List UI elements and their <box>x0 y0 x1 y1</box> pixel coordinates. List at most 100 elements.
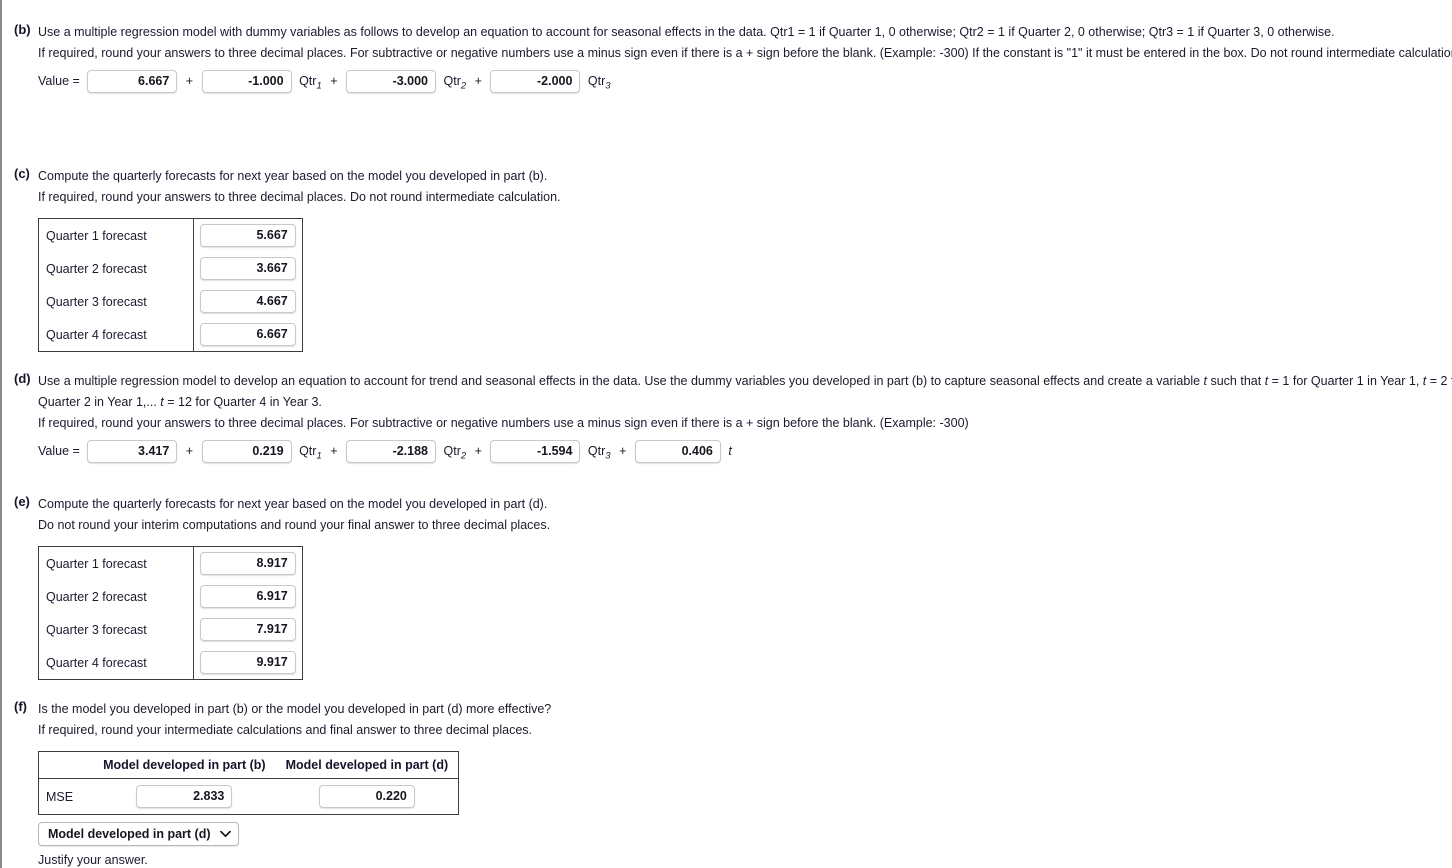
part-b-var-3: Qtr3 <box>587 73 611 92</box>
model-choice-dropdown[interactable]: Model developed in part (d) <box>38 822 239 846</box>
part-b-var-1: Qtr1 <box>299 73 322 92</box>
part-e-q1-input[interactable]: 8.917 <box>199 552 296 575</box>
question-part-f: (f) Is the model you developed in part (… <box>2 699 738 867</box>
part-b-op-1: + <box>185 73 194 88</box>
part-d-var-2: Qtr2 <box>443 443 467 462</box>
part-d-var-4: t <box>728 443 732 458</box>
table-row: Quarter 3 forecast 4.667 <box>38 285 303 318</box>
question-part-d: (d) Use a multiple regression model to d… <box>2 371 1452 463</box>
table-row: Quarter 2 forecast 6.917 <box>38 580 303 613</box>
table-header-row: Model developed in part (b) Model develo… <box>38 751 459 779</box>
mse-model-d-input[interactable]: 0.220 <box>318 785 415 808</box>
mse-cell-model-d: 0.220 <box>276 779 459 815</box>
part-b-instruction: If required, round your answers to three… <box>38 46 1452 60</box>
mse-corner-cell <box>38 751 94 779</box>
part-d-prompt-seg2: such that <box>1207 374 1265 388</box>
part-c-row2-label: Quarter 2 forecast <box>38 252 194 285</box>
part-b-prompt: Use a multiple regression model with dum… <box>38 25 1335 39</box>
part-e-row3-cell: 7.917 <box>193 613 302 646</box>
part-d-prompt-seg3: = 1 for Quarter 1 in Year 1, <box>1268 374 1423 388</box>
part-c-q2-input[interactable]: 3.667 <box>199 257 296 280</box>
part-d-instruction: If required, round your answers to three… <box>38 416 969 430</box>
part-f-dropdown-wrapper: Model developed in part (d) <box>38 822 738 846</box>
table-row: MSE 2.833 0.220 <box>39 779 459 815</box>
part-c-prompt: Compute the quarterly forecasts for next… <box>38 169 548 183</box>
part-d-coef2-input[interactable]: -2.188 <box>346 440 437 463</box>
part-d-coef1-input[interactable]: 0.219 <box>201 440 292 463</box>
mse-model-b-input[interactable]: 2.833 <box>136 785 233 808</box>
worksheet-page: (b) Use a multiple regression model with… <box>0 0 1452 868</box>
part-b-intercept-input[interactable]: 6.667 <box>87 70 178 93</box>
part-e-row3-label: Quarter 3 forecast <box>38 613 194 646</box>
part-d-var-1: Qtr1 <box>299 443 322 462</box>
mse-header-model-b: Model developed in part (b) <box>93 751 276 779</box>
part-d-prompt: Use a multiple regression model to devel… <box>38 371 1452 413</box>
model-choice-selected-label: Model developed in part (d) <box>48 827 211 841</box>
mse-row-label: MSE <box>46 789 74 804</box>
part-b-op-2: + <box>330 73 338 88</box>
table-row: Quarter 4 forecast 6.667 <box>38 318 303 352</box>
part-e-label: (e) <box>14 494 30 509</box>
part-c-q4-input[interactable]: 6.667 <box>199 323 296 346</box>
part-c-instruction: If required, round your answers to three… <box>38 190 561 204</box>
part-b-op-3: + <box>474 73 482 88</box>
part-c-q1-input[interactable]: 5.667 <box>199 224 296 247</box>
part-b-coef2-input[interactable]: -3.000 <box>346 70 437 93</box>
part-d-op-4: + <box>619 443 627 458</box>
table-row: Quarter 4 forecast 9.917 <box>38 646 303 680</box>
part-f-followup: Justify your answer. <box>38 853 148 867</box>
table-row: Quarter 1 forecast 8.917 <box>38 546 303 581</box>
part-b-equation-lead: Value = <box>38 73 80 88</box>
part-b-equation: Value = 6.667 + -1.000 Qtr1 + -3.000 Qtr… <box>38 70 1452 93</box>
part-b-var-2: Qtr2 <box>443 73 467 92</box>
table-row: Quarter 2 forecast 3.667 <box>38 252 303 285</box>
part-c-forecast-table: Quarter 1 forecast 5.667 Quarter 2 forec… <box>38 218 303 352</box>
part-e-row4-cell: 9.917 <box>193 646 302 680</box>
part-d-prompt-seg1: Use a multiple regression model to devel… <box>38 374 1204 388</box>
mse-header-model-d: Model developed in part (d) <box>275 751 459 779</box>
part-d-var-3: Qtr3 <box>587 443 611 462</box>
part-d-label: (d) <box>14 371 31 386</box>
part-c-row1-label: Quarter 1 forecast <box>38 218 194 252</box>
part-d-op-1: + <box>185 443 194 458</box>
part-e-prompt: Compute the quarterly forecasts for next… <box>38 497 548 511</box>
part-e-row4-label: Quarter 4 forecast <box>38 646 194 680</box>
part-d-coef4-input[interactable]: 0.406 <box>634 440 721 463</box>
part-b-coef3-input[interactable]: -2.000 <box>490 70 581 93</box>
part-c-row1-cell: 5.667 <box>193 219 302 253</box>
part-d-intercept-input[interactable]: 3.417 <box>87 440 178 463</box>
question-part-c: (c) Compute the quarterly forecasts for … <box>2 166 738 352</box>
part-c-row3-cell: 4.667 <box>193 285 302 318</box>
part-e-instruction: Do not round your interim computations a… <box>38 518 551 532</box>
part-c-q3-input[interactable]: 4.667 <box>199 290 296 313</box>
part-c-row3-label: Quarter 3 forecast <box>38 285 194 318</box>
part-e-q3-input[interactable]: 7.917 <box>199 618 296 641</box>
part-e-forecast-table: Quarter 1 forecast 8.917 Quarter 2 forec… <box>38 546 303 680</box>
part-d-op-3: + <box>474 443 482 458</box>
table-row: Quarter 1 forecast 5.667 <box>38 218 303 253</box>
part-b-coef1-input[interactable]: -1.000 <box>201 70 292 93</box>
part-d-equation-lead: Value = <box>38 443 80 458</box>
part-d-coef3-input[interactable]: -1.594 <box>490 440 581 463</box>
part-f-mse-table: Model developed in part (b) Model develo… <box>38 751 460 815</box>
part-c-label: (c) <box>14 166 30 181</box>
table-row: Quarter 3 forecast 7.917 <box>38 613 303 646</box>
part-c-row4-label: Quarter 4 forecast <box>38 318 194 352</box>
question-part-b: (b) Use a multiple regression model with… <box>2 22 1452 93</box>
part-e-q2-input[interactable]: 6.917 <box>199 585 296 608</box>
part-e-row2-cell: 6.917 <box>193 580 302 613</box>
part-d-op-2: + <box>330 443 338 458</box>
part-b-label: (b) <box>14 22 31 37</box>
part-f-label: (f) <box>14 699 27 714</box>
part-e-q4-input[interactable]: 9.917 <box>199 651 296 674</box>
chevron-down-icon <box>219 828 231 841</box>
part-e-row1-label: Quarter 1 forecast <box>38 546 194 580</box>
part-f-instruction: If required, round your intermediate cal… <box>38 723 533 737</box>
part-c-row2-cell: 3.667 <box>193 252 302 285</box>
part-e-row1-cell: 8.917 <box>193 547 302 581</box>
part-f-prompt: Is the model you developed in part (b) o… <box>38 702 552 716</box>
part-d-equation: Value = 3.417 + 0.219 Qtr1 + -2.188 Qtr2… <box>38 440 1452 463</box>
part-d-prompt-seg5: = 12 for Quarter 4 in Year 3. <box>163 395 322 409</box>
question-part-e: (e) Compute the quarterly forecasts for … <box>2 494 738 680</box>
part-c-row4-cell: 6.667 <box>193 318 302 352</box>
